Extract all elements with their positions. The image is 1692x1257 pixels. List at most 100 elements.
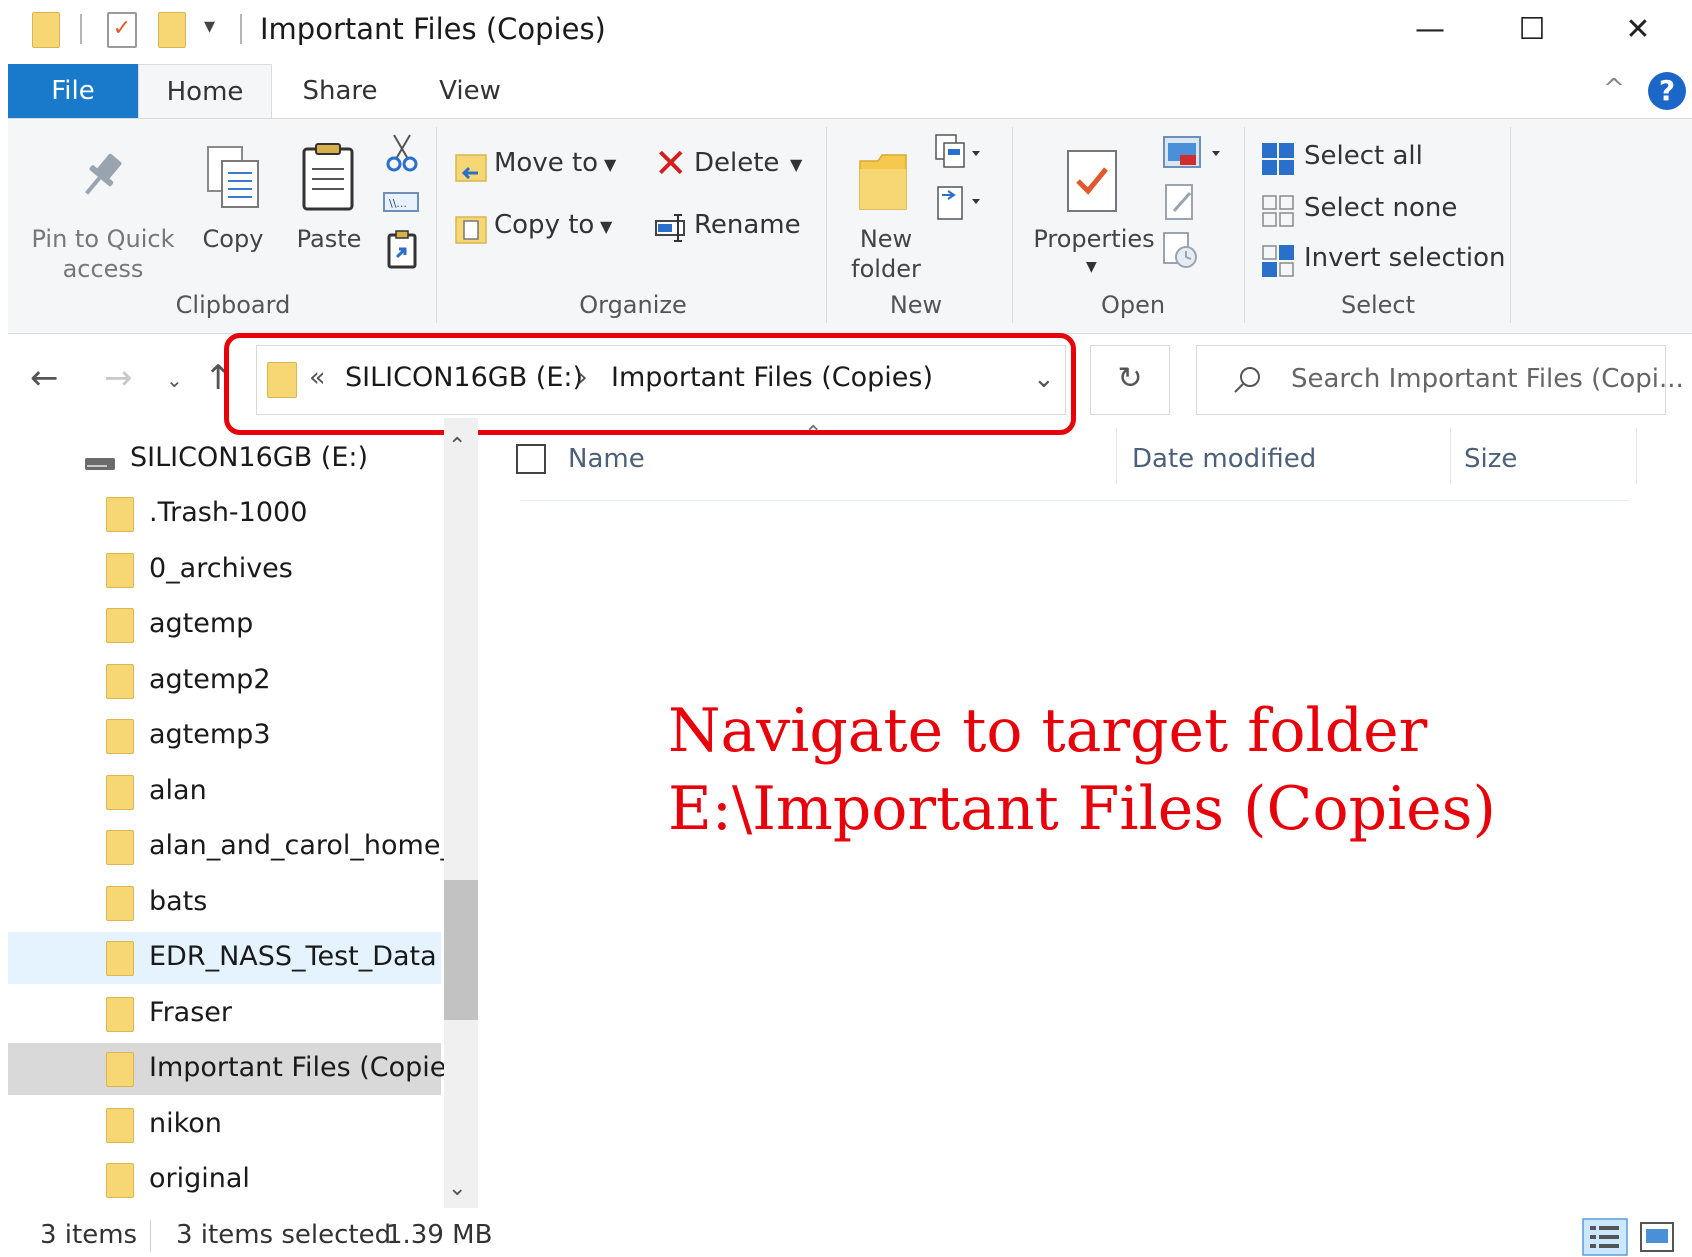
nav-scrollbar-thumb[interactable]	[444, 880, 478, 1020]
folder-icon	[106, 996, 134, 1032]
address-bar[interactable]: « SILICON16GB (E:) › Important Files (Co…	[256, 345, 1066, 415]
column-divider[interactable]	[1450, 428, 1451, 484]
invert-selection-button[interactable]: Invert selection	[1260, 241, 1520, 283]
folder-icon	[106, 774, 134, 810]
tree-item-folder[interactable]: nikon	[8, 1099, 441, 1151]
breadcrumb-current-folder[interactable]: Important Files (Copies)	[611, 362, 933, 393]
tab-home[interactable]: Home	[138, 64, 272, 121]
column-header-name[interactable]: Name	[568, 444, 645, 474]
open-icon[interactable]	[1160, 133, 1226, 173]
scroll-up-icon[interactable]: ⌃	[448, 434, 466, 459]
copy-path-icon[interactable]: \\...	[382, 189, 420, 215]
tab-view[interactable]: View	[410, 64, 530, 118]
easy-access-icon[interactable]	[932, 181, 984, 225]
tree-item-label: Important Files (Copies)	[149, 1052, 444, 1083]
breadcrumb-separator-icon[interactable]: ›	[577, 362, 588, 393]
properties-icon	[1067, 150, 1117, 212]
scroll-down-icon[interactable]: ⌄	[448, 1176, 466, 1201]
tree-item-folder[interactable]: agtemp	[8, 599, 441, 651]
nav-scrollbar[interactable]	[444, 418, 478, 1208]
tree-item-folder[interactable]: alan_and_carol_home_p	[8, 821, 444, 873]
tree-item-label: agtemp2	[149, 663, 271, 695]
svg-text:\\...: \\...	[389, 197, 407, 210]
new-folder-label-line2: folder	[851, 255, 921, 283]
tab-share[interactable]: Share	[278, 64, 402, 118]
select-none-button[interactable]: Select none	[1260, 191, 1500, 233]
delete-button[interactable]: ✕ Delete ▼	[654, 141, 814, 189]
tree-item-folder[interactable]: agtemp3	[8, 710, 441, 762]
column-header-date-modified[interactable]: Date modified	[1132, 444, 1316, 474]
tree-item-label: 0_archives	[149, 552, 293, 584]
delete-icon: ✕	[654, 141, 688, 187]
tab-file[interactable]: File	[8, 64, 138, 118]
paste-icon	[302, 143, 354, 211]
collapse-ribbon-icon[interactable]: ^	[1603, 74, 1625, 104]
tree-item-folder[interactable]: Fraser	[8, 988, 441, 1040]
status-size: 1.39 MB	[386, 1220, 493, 1250]
tree-item-folder[interactable]: EDR_NASS_Test_Data	[8, 932, 441, 984]
tree-item-folder[interactable]: agtemp2	[8, 655, 441, 707]
close-button[interactable]: ✕	[1608, 5, 1668, 55]
tree-item-folder[interactable]: alan	[8, 766, 441, 818]
copy-icon	[207, 146, 259, 208]
move-to-button[interactable]: Move to ▼	[454, 145, 630, 189]
annotation-text: Navigate to target folder E:\Important F…	[668, 692, 1496, 848]
cut-icon[interactable]	[384, 133, 420, 173]
properties-quick-access-icon[interactable]: ✓	[107, 12, 137, 48]
column-divider[interactable]	[1636, 428, 1637, 484]
select-all-checkbox[interactable]	[516, 444, 546, 474]
refresh-button[interactable]: ↻	[1090, 345, 1170, 415]
divider	[240, 14, 242, 44]
overflow-chevron-icon[interactable]: «	[309, 362, 326, 393]
tree-item-label: original	[149, 1163, 250, 1194]
chevron-down-icon: ▼	[600, 217, 613, 236]
paste-button[interactable]: Paste	[284, 129, 374, 259]
tree-item-label: bats	[149, 885, 208, 917]
group-label-clipboard: Clipboard	[175, 291, 291, 319]
column-header-size[interactable]: Size	[1464, 444, 1517, 474]
column-divider[interactable]	[1116, 428, 1117, 484]
folder-icon	[106, 830, 134, 865]
properties-button[interactable]: Properties ▼	[1024, 129, 1164, 279]
address-dropdown-chevron-icon[interactable]: ⌄	[1033, 364, 1055, 394]
group-divider	[1244, 127, 1245, 323]
recent-locations-chevron-icon[interactable]: ⌄	[166, 368, 183, 392]
new-folder-button[interactable]: New folder	[836, 129, 936, 283]
minimize-button[interactable]: —	[1400, 5, 1460, 55]
edit-icon[interactable]	[1160, 181, 1200, 223]
maximize-button[interactable]: ☐	[1502, 5, 1562, 55]
copy-to-button[interactable]: Copy to ▼	[454, 207, 630, 251]
paste-shortcut-icon[interactable]	[386, 229, 418, 269]
large-icons-view-icon[interactable]	[1638, 1220, 1676, 1254]
ribbon: Pin to Quick access Copy Paste \\... Cli…	[8, 118, 1692, 334]
tree-item-folder[interactable]: Important Files (Copies)	[8, 1043, 444, 1095]
tree-item-drive[interactable]: SILICON16GB (E:)	[8, 432, 441, 488]
new-item-icon[interactable]	[932, 133, 984, 173]
tree-item-folder[interactable]: original	[8, 1154, 441, 1206]
copy-label: Copy	[202, 225, 264, 253]
status-item-count: 3 items	[40, 1220, 138, 1250]
breadcrumb-drive[interactable]: SILICON16GB (E:)	[345, 362, 583, 393]
folder-icon	[106, 552, 134, 588]
divider	[80, 14, 82, 44]
tree-item-folder[interactable]: .Trash-1000	[8, 488, 441, 540]
back-button[interactable]: ←	[30, 358, 59, 398]
up-button[interactable]: ↑	[204, 358, 233, 398]
customize-quick-access-icon[interactable]: ▾	[204, 14, 215, 39]
folder-icon	[106, 1163, 134, 1198]
paste-label: Paste	[296, 225, 362, 253]
folder-icon	[106, 608, 134, 643]
tree-item-folder[interactable]: 0_archives	[8, 544, 441, 596]
help-icon[interactable]: ?	[1648, 72, 1686, 110]
pin-to-quick-access-button[interactable]: Pin to Quick access	[28, 129, 178, 283]
history-icon[interactable]	[1160, 229, 1200, 271]
tree-item-folder[interactable]: bats	[8, 877, 441, 929]
rename-button[interactable]: Rename	[654, 207, 814, 251]
group-divider	[436, 127, 437, 323]
select-all-button[interactable]: Select all	[1260, 139, 1500, 181]
copy-button[interactable]: Copy	[188, 129, 278, 259]
forward-button[interactable]: →	[104, 358, 133, 398]
details-view-icon[interactable]	[1582, 1218, 1628, 1256]
new-folder-quick-access-icon[interactable]	[158, 12, 186, 48]
search-box[interactable]: Search Important Files (Copi...	[1196, 345, 1684, 415]
